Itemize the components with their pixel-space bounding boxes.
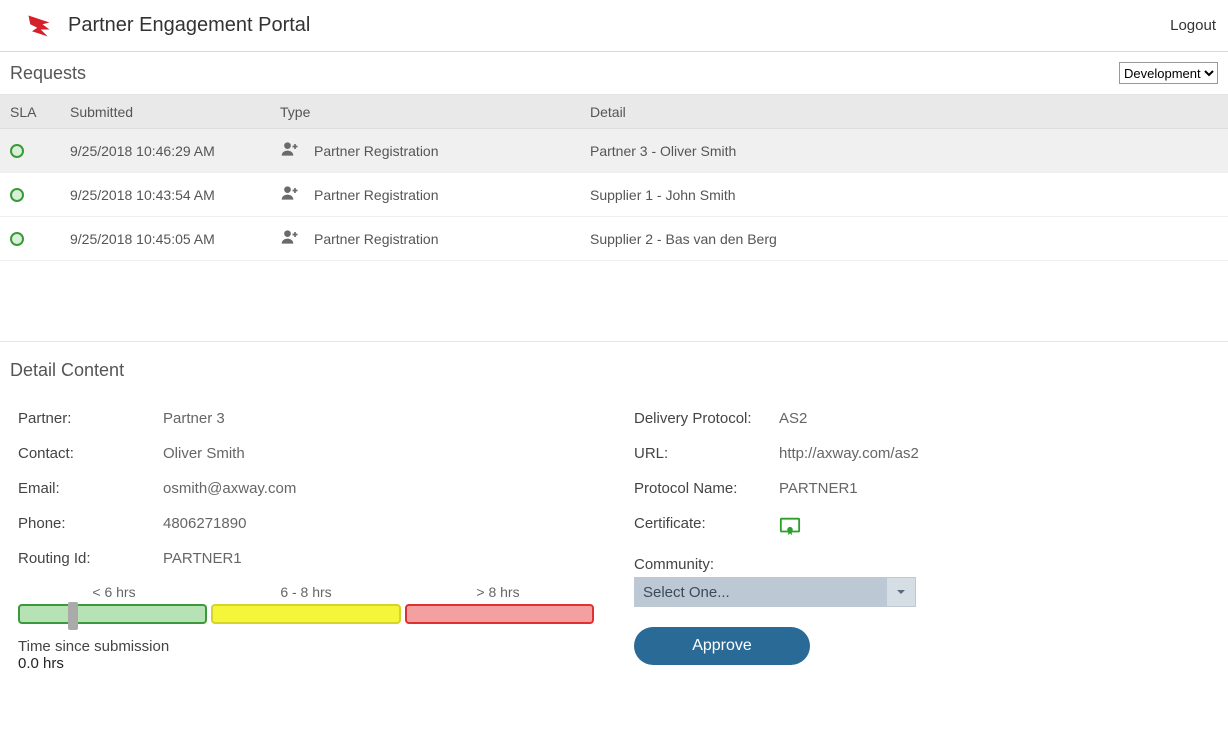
detail-right: Delivery Protocol: AS2 URL: http://axway… [634,401,1210,672]
sla-bar-yellow [211,604,400,624]
community-select[interactable]: Select One... [634,577,916,607]
contact-value: Oliver Smith [163,445,594,462]
phone-label: Phone: [18,515,163,532]
detail-section-title: Detail Content [0,341,1228,391]
table-row[interactable]: 9/25/2018 10:45:05 AM Partner Registratio… [0,217,1228,261]
routing-id-value: PARTNER1 [163,550,594,567]
topbar: Partner Engagement Portal Logout [0,0,1228,52]
environment-select[interactable]: Development [1119,62,1218,84]
protocol-name-value: PARTNER1 [779,480,1210,497]
type-text: Partner Registration [314,231,439,247]
col-sla: SLA [10,104,70,120]
submitted-cell: 9/25/2018 10:45:05 AM [70,231,280,247]
sla-range-1: < 6 hrs [18,584,210,600]
contact-label: Contact: [18,445,163,462]
certificate-label: Certificate: [634,515,779,541]
submitted-cell: 9/25/2018 10:46:29 AM [70,143,280,159]
url-value: http://axway.com/as2 [779,445,1210,462]
table-row[interactable]: 9/25/2018 10:46:29 AM Partner Registratio… [0,129,1228,173]
partner-value: Partner 3 [163,410,594,427]
community-dropdown-button[interactable] [886,577,916,607]
type-cell: Partner Registration [280,183,590,206]
sla-gauge: < 6 hrs 6 - 8 hrs > 8 hrs [18,584,594,624]
type-cell: Partner Registration [280,139,590,162]
table-row[interactable]: 9/25/2018 10:43:54 AM Partner Registratio… [0,173,1228,217]
col-submitted: Submitted [70,104,280,120]
community-label: Community: [634,556,1210,573]
detail-cell: Supplier 1 - John Smith [590,187,1218,203]
sla-status-icon [10,144,24,158]
detail-cell: Partner 3 - Oliver Smith [590,143,1218,159]
time-since-value: 0.0 hrs [18,655,594,672]
protocol-name-label: Protocol Name: [634,480,779,497]
sla-range-2: 6 - 8 hrs [210,584,402,600]
requests-title: Requests [10,63,1119,84]
delivery-protocol-value: AS2 [779,410,1210,427]
submitted-cell: 9/25/2018 10:43:54 AM [70,187,280,203]
sla-status-icon [10,188,24,202]
type-text: Partner Registration [314,143,439,159]
approve-button[interactable]: Approve [634,627,810,665]
person-plus-icon [280,183,300,206]
sla-bar-green [18,604,207,624]
delivery-protocol-label: Delivery Protocol: [634,410,779,427]
detail-cell: Supplier 2 - Bas van den Berg [590,231,1218,247]
email-label: Email: [18,480,163,497]
detail-left: Partner: Partner 3 Contact: Oliver Smith… [18,401,594,672]
detail-body: Partner: Partner 3 Contact: Oliver Smith… [0,391,1228,692]
partner-label: Partner: [18,410,163,427]
routing-id-label: Routing Id: [18,550,163,567]
brand-icon [24,11,54,41]
type-text: Partner Registration [314,187,439,203]
col-type: Type [280,104,590,120]
app-title: Partner Engagement Portal [68,14,1170,37]
col-detail: Detail [590,104,1218,120]
requests-table-header: SLA Submitted Type Detail [0,95,1228,129]
sla-range-3: > 8 hrs [402,584,594,600]
certificate-icon[interactable] [779,515,1210,541]
type-cell: Partner Registration [280,227,590,250]
phone-value: 4806271890 [163,515,594,532]
logout-link[interactable]: Logout [1170,17,1216,34]
community-input[interactable]: Select One... [634,577,886,607]
person-plus-icon [280,227,300,250]
time-since-label: Time since submission [18,638,594,655]
requests-header: Requests Development [0,52,1228,95]
email-value: osmith@axway.com [163,480,594,497]
sla-status-icon [10,232,24,246]
sla-bar-red [405,604,594,624]
sla-marker[interactable] [68,602,78,630]
person-plus-icon [280,139,300,162]
url-label: URL: [634,445,779,462]
